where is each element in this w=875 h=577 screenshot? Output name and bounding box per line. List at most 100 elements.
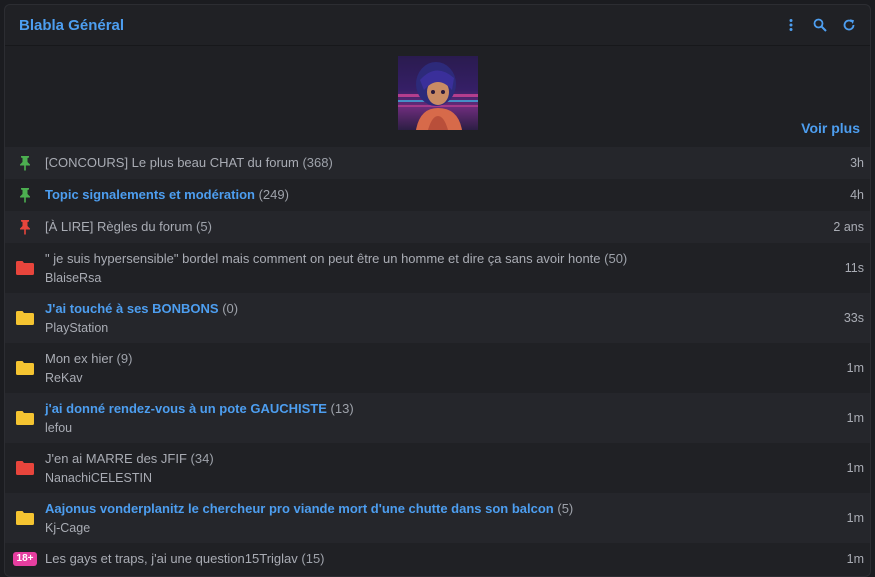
topic-author[interactable]: lefou: [45, 420, 847, 436]
topic-last-activity: 1m: [846, 361, 864, 375]
topic-title-line: Mon ex hier (9): [45, 351, 847, 367]
pin-icon: [20, 220, 30, 235]
topic-main: Mon ex hier (9) ReKav: [45, 351, 847, 386]
topic-icon-wrap: [5, 461, 45, 475]
topic-list: [CONCOURS] Le plus beau CHAT du forum (3…: [5, 147, 870, 575]
nsfw-18-badge: 18+: [12, 552, 38, 566]
topic-icon-wrap: [5, 361, 45, 375]
topic-last-activity: 1m: [846, 411, 864, 425]
topic-last-activity: 3h: [850, 156, 864, 170]
more-vertical-icon: [789, 19, 793, 31]
folder-icon: [16, 411, 34, 425]
topic-last-activity: 4h: [850, 188, 864, 202]
topic-reply-count: (13): [330, 400, 354, 416]
topic-last-activity: 1m: [846, 511, 864, 525]
topic-reply-count: (249): [258, 187, 289, 202]
topic-author[interactable]: NanachiCELESTIN: [45, 470, 847, 486]
topic-title-line: [À LIRE] Règles du forum (5): [45, 219, 833, 235]
folder-icon: [16, 461, 34, 475]
topic-row[interactable]: [CONCOURS] Le plus beau CHAT du forum (3…: [5, 147, 870, 179]
topic-title-link[interactable]: Topic signalements et modération: [45, 187, 255, 202]
folder-icon: [16, 261, 34, 275]
topic-icon-wrap: [5, 411, 45, 425]
topic-icon-wrap: [5, 261, 45, 275]
topic-main: " je suis hypersensible" bordel mais com…: [45, 251, 845, 286]
topic-icon-wrap: 18+: [5, 552, 45, 566]
topic-main: [À LIRE] Règles du forum (5): [45, 219, 833, 235]
topic-title-link[interactable]: Aajonus vonderplanitz le chercheur pro v…: [45, 501, 554, 516]
topic-main: J'en ai MARRE des JFIF (34) NanachiCELEST…: [45, 451, 847, 486]
topic-row[interactable]: [À LIRE] Règles du forum (5) 2 ans: [5, 211, 870, 243]
topic-row[interactable]: 18+ Les gays et traps, j'ai une question1…: [5, 543, 870, 575]
topic-title-line: [CONCOURS] Le plus beau CHAT du forum (3…: [45, 155, 850, 171]
refresh-button[interactable]: [840, 16, 858, 34]
topic-main: j'ai donné rendez-vous à un pote GAUCHIS…: [45, 401, 847, 436]
topic-title-line: Topic signalements et modération (249): [45, 187, 850, 203]
forum-panel: Blabla Général Voir plus [CONCOURS] Le p…: [4, 4, 871, 577]
topic-reply-count: (5): [196, 219, 212, 234]
pin-icon: [20, 188, 30, 203]
header-actions: [782, 16, 858, 34]
topic-icon-wrap: [5, 311, 45, 325]
pin-icon: [20, 156, 30, 171]
topic-title-line: Les gays et traps, j'ai une question15Tr…: [45, 551, 847, 567]
topic-title-link[interactable]: Les gays et traps, j'ai une question15Tr…: [45, 551, 298, 566]
topic-last-activity: 33s: [843, 311, 864, 325]
refresh-icon: [843, 19, 855, 31]
topic-row[interactable]: j'ai donné rendez-vous à un pote GAUCHIS…: [5, 393, 870, 443]
topic-main: [CONCOURS] Le plus beau CHAT du forum (3…: [45, 155, 850, 171]
topic-title-line: j'ai donné rendez-vous à un pote GAUCHIS…: [45, 401, 847, 417]
topic-icon-wrap: [5, 155, 45, 171]
topic-title-line: J'ai touché à ses BONBONS (0): [45, 301, 844, 317]
topic-author[interactable]: BlaiseRsa: [45, 270, 845, 286]
search-button[interactable]: [811, 16, 829, 34]
topic-row[interactable]: J'en ai MARRE des JFIF (34) NanachiCELEST…: [5, 443, 870, 493]
topic-reply-count: (15): [301, 551, 325, 566]
topic-author[interactable]: ReKav: [45, 370, 847, 386]
see-more-link[interactable]: Voir plus: [801, 120, 860, 136]
topic-author[interactable]: PlayStation: [45, 320, 844, 336]
search-icon: [813, 18, 827, 32]
topic-title-link[interactable]: J'ai touché à ses BONBONS: [45, 301, 219, 316]
topic-title-link[interactable]: [CONCOURS] Le plus beau CHAT du forum: [45, 155, 299, 170]
topic-row[interactable]: Aajonus vonderplanitz le chercheur pro v…: [5, 493, 870, 543]
topic-title-link[interactable]: J'en ai MARRE des JFIF: [45, 451, 187, 466]
topic-reply-count: (34): [190, 450, 214, 466]
topic-reply-count: (0): [222, 300, 239, 316]
topic-icon-wrap: [5, 511, 45, 525]
forum-avatar-image: [398, 56, 478, 130]
topic-row[interactable]: " je suis hypersensible" bordel mais com…: [5, 243, 870, 293]
folder-icon: [16, 361, 34, 375]
topic-main: Topic signalements et modération (249): [45, 187, 850, 203]
folder-icon: [16, 311, 34, 325]
topic-main: Les gays et traps, j'ai une question15Tr…: [45, 551, 847, 567]
topic-icon-wrap: [5, 219, 45, 235]
more-options-button[interactable]: [782, 16, 800, 34]
topic-title-link[interactable]: [À LIRE] Règles du forum: [45, 219, 192, 234]
topic-row[interactable]: Topic signalements et modération (249) 4h: [5, 179, 870, 211]
topic-last-activity: 11s: [844, 261, 864, 275]
topic-title-link[interactable]: " je suis hypersensible" bordel mais com…: [45, 251, 601, 266]
topic-reply-count: (9): [116, 350, 133, 366]
topic-title-line: Aajonus vonderplanitz le chercheur pro v…: [45, 501, 847, 517]
folder-icon: [16, 511, 34, 525]
topic-last-activity: 1m: [846, 552, 864, 566]
topic-reply-count: (368): [302, 155, 333, 170]
topic-main: Aajonus vonderplanitz le chercheur pro v…: [45, 501, 847, 536]
panel-header: Blabla Général: [5, 5, 870, 46]
topic-author[interactable]: Kj-Cage: [45, 520, 847, 536]
topic-last-activity: 2 ans: [833, 220, 864, 234]
topic-row[interactable]: Mon ex hier (9) ReKav 1m: [5, 343, 870, 393]
topic-reply-count: (50): [604, 250, 628, 266]
topic-title-line: " je suis hypersensible" bordel mais com…: [45, 251, 845, 267]
topic-reply-count: (5): [557, 500, 574, 516]
forum-banner: Voir plus: [5, 46, 870, 147]
topic-main: J'ai touché à ses BONBONS (0) PlayStation: [45, 301, 844, 336]
topic-last-activity: 1m: [846, 461, 864, 475]
topic-icon-wrap: [5, 187, 45, 203]
topic-row[interactable]: J'ai touché à ses BONBONS (0) PlayStation…: [5, 293, 870, 343]
forum-title[interactable]: Blabla Général: [19, 17, 124, 34]
topic-title-link[interactable]: j'ai donné rendez-vous à un pote GAUCHIS…: [45, 401, 327, 416]
topic-title-link[interactable]: Mon ex hier: [45, 351, 113, 366]
topic-title-line: J'en ai MARRE des JFIF (34): [45, 451, 847, 467]
